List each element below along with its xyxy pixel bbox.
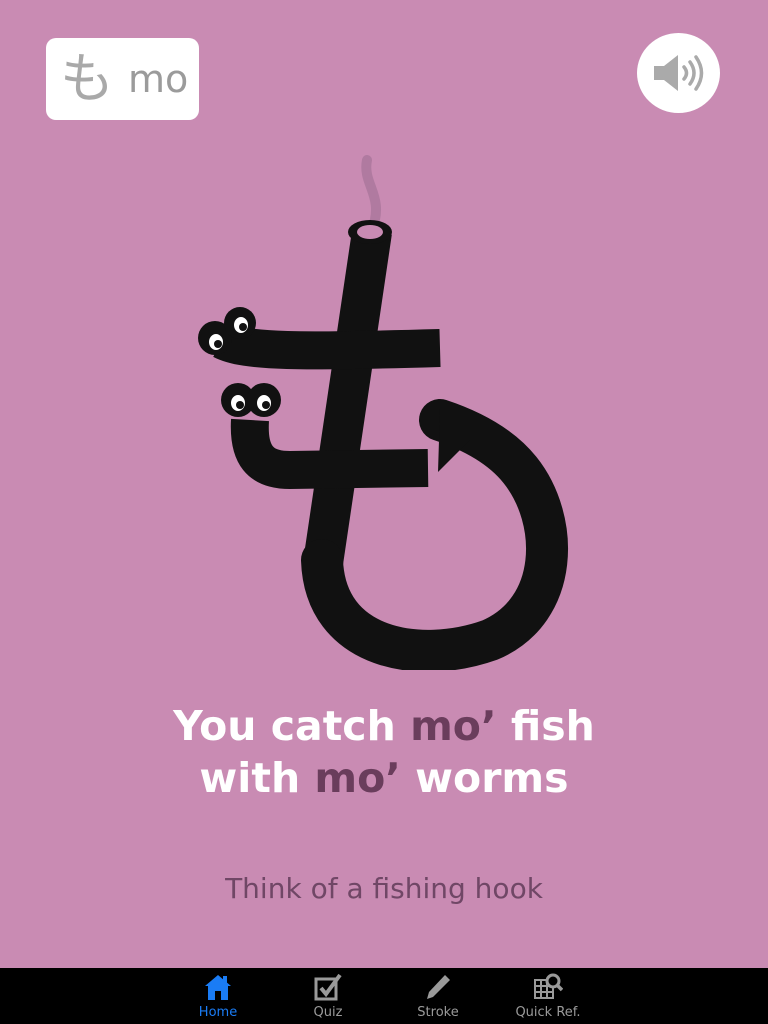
checkbox-icon bbox=[314, 973, 342, 1001]
tab-home[interactable]: Home bbox=[163, 968, 273, 1024]
tab-label: Quick Ref. bbox=[515, 1005, 581, 1020]
mnemonic-highlight: mo’ bbox=[410, 702, 497, 750]
tab-label: Home bbox=[198, 1005, 238, 1020]
grid-search-icon bbox=[534, 973, 563, 999]
tab-quick-ref[interactable]: Quick Ref. bbox=[493, 968, 603, 1024]
pencil-icon bbox=[427, 975, 450, 999]
tab-quiz[interactable]: Quiz bbox=[273, 968, 383, 1024]
romaji-label: mo bbox=[128, 57, 189, 101]
mnemonic-text: You catch mo’ fish with mo’ worms bbox=[0, 700, 768, 804]
play-sound-button[interactable] bbox=[637, 33, 720, 113]
mnemonic-text-part: fish bbox=[496, 702, 595, 750]
kana-character: も bbox=[60, 47, 114, 110]
mnemonic-line-1: You catch mo’ fish bbox=[0, 700, 768, 752]
tab-label: Stroke bbox=[417, 1005, 459, 1020]
hint-text: Think of a fishing hook bbox=[225, 872, 543, 905]
fishing-line bbox=[361, 155, 381, 235]
speaker-icon bbox=[653, 55, 703, 91]
home-icon bbox=[205, 975, 231, 1000]
mnemonic-highlight: mo’ bbox=[314, 754, 401, 802]
mnemonic-line-2: with mo’ worms bbox=[0, 752, 768, 804]
hook-worm-mo-illustration bbox=[198, 155, 569, 670]
tab-label: Quiz bbox=[313, 1005, 343, 1020]
tab-bar: Home Quiz Stroke Quick Ref. bbox=[0, 968, 768, 1024]
kana-badge: も mo bbox=[46, 38, 199, 120]
hook-stem bbox=[302, 229, 392, 573]
mnemonic-text-part: with bbox=[199, 754, 315, 802]
tab-stroke[interactable]: Stroke bbox=[383, 968, 493, 1024]
mnemonic-text-part: You catch bbox=[173, 702, 411, 750]
worm-top bbox=[213, 322, 441, 370]
mnemonic-text-part: worms bbox=[400, 754, 569, 802]
